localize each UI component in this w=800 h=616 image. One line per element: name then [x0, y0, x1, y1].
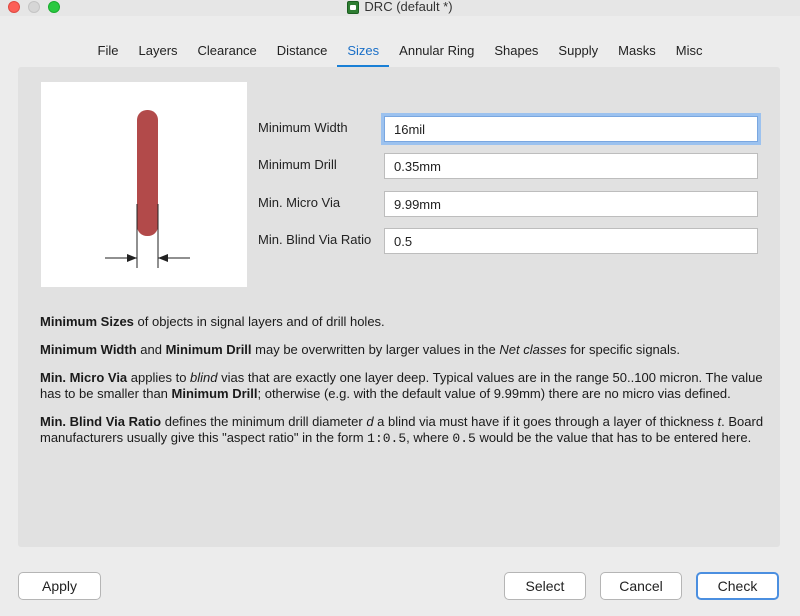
- minimize-window-button[interactable]: [28, 1, 40, 13]
- help-paragraph-micro-via: Min. Micro Via applies to blind vias tha…: [40, 370, 763, 401]
- tab-bar: File Layers Clearance Distance Sizes Ann…: [0, 40, 800, 68]
- trace-width-illustration: [41, 82, 247, 287]
- min-drill-input[interactable]: [384, 153, 758, 179]
- tab-misc[interactable]: Misc: [666, 40, 713, 68]
- min-micro-via-label: Min. Micro Via: [258, 195, 341, 210]
- min-micro-via-input[interactable]: [384, 191, 758, 217]
- tab-masks[interactable]: Masks: [608, 40, 666, 68]
- min-width-row: Minimum Width: [258, 113, 778, 142]
- tab-supply[interactable]: Supply: [548, 40, 608, 68]
- min-drill-label: Minimum Drill: [258, 157, 337, 172]
- min-width-label: Minimum Width: [258, 120, 348, 135]
- apply-button[interactable]: Apply: [18, 572, 101, 600]
- tab-layers[interactable]: Layers: [129, 40, 188, 68]
- trace-shape: [137, 110, 158, 236]
- min-blind-via-ratio-row: Min. Blind Via Ratio: [258, 225, 778, 254]
- help-paragraph-blind-via-ratio: Min. Blind Via Ratio defines the minimum…: [40, 414, 764, 446]
- eagle-app-icon: [347, 0, 360, 14]
- select-button[interactable]: Select: [504, 572, 586, 600]
- arrowhead-left-icon: [127, 254, 137, 262]
- tab-file[interactable]: File: [88, 40, 129, 68]
- check-button[interactable]: Check: [696, 572, 779, 600]
- maximize-window-button[interactable]: [48, 1, 60, 13]
- tab-clearance[interactable]: Clearance: [188, 40, 267, 68]
- trace-width-diagram: [105, 110, 190, 268]
- min-micro-via-row: Min. Micro Via: [258, 188, 778, 217]
- window-controls: [8, 1, 60, 13]
- min-blind-via-ratio-input[interactable]: [384, 228, 758, 254]
- tab-distance[interactable]: Distance: [267, 40, 338, 68]
- tab-annular-ring[interactable]: Annular Ring: [389, 40, 484, 68]
- close-window-button[interactable]: [8, 1, 20, 13]
- help-paragraph-sizes: Minimum Sizes of objects in signal layer…: [40, 314, 385, 329]
- tab-sizes[interactable]: Sizes: [337, 40, 389, 68]
- title-bar: DRC (default *): [0, 0, 800, 16]
- cancel-button[interactable]: Cancel: [600, 572, 682, 600]
- min-width-input[interactable]: [384, 116, 758, 142]
- help-paragraph-width-drill: Minimum Width and Minimum Drill may be o…: [40, 342, 681, 357]
- min-drill-row: Minimum Drill: [258, 150, 778, 179]
- window-title: DRC (default *): [364, 0, 453, 14]
- arrowhead-right-icon: [158, 254, 168, 262]
- tab-shapes[interactable]: Shapes: [484, 40, 548, 68]
- min-blind-via-ratio-label: Min. Blind Via Ratio: [258, 232, 372, 247]
- help-text: Minimum Sizes of objects in signal layer…: [40, 314, 770, 459]
